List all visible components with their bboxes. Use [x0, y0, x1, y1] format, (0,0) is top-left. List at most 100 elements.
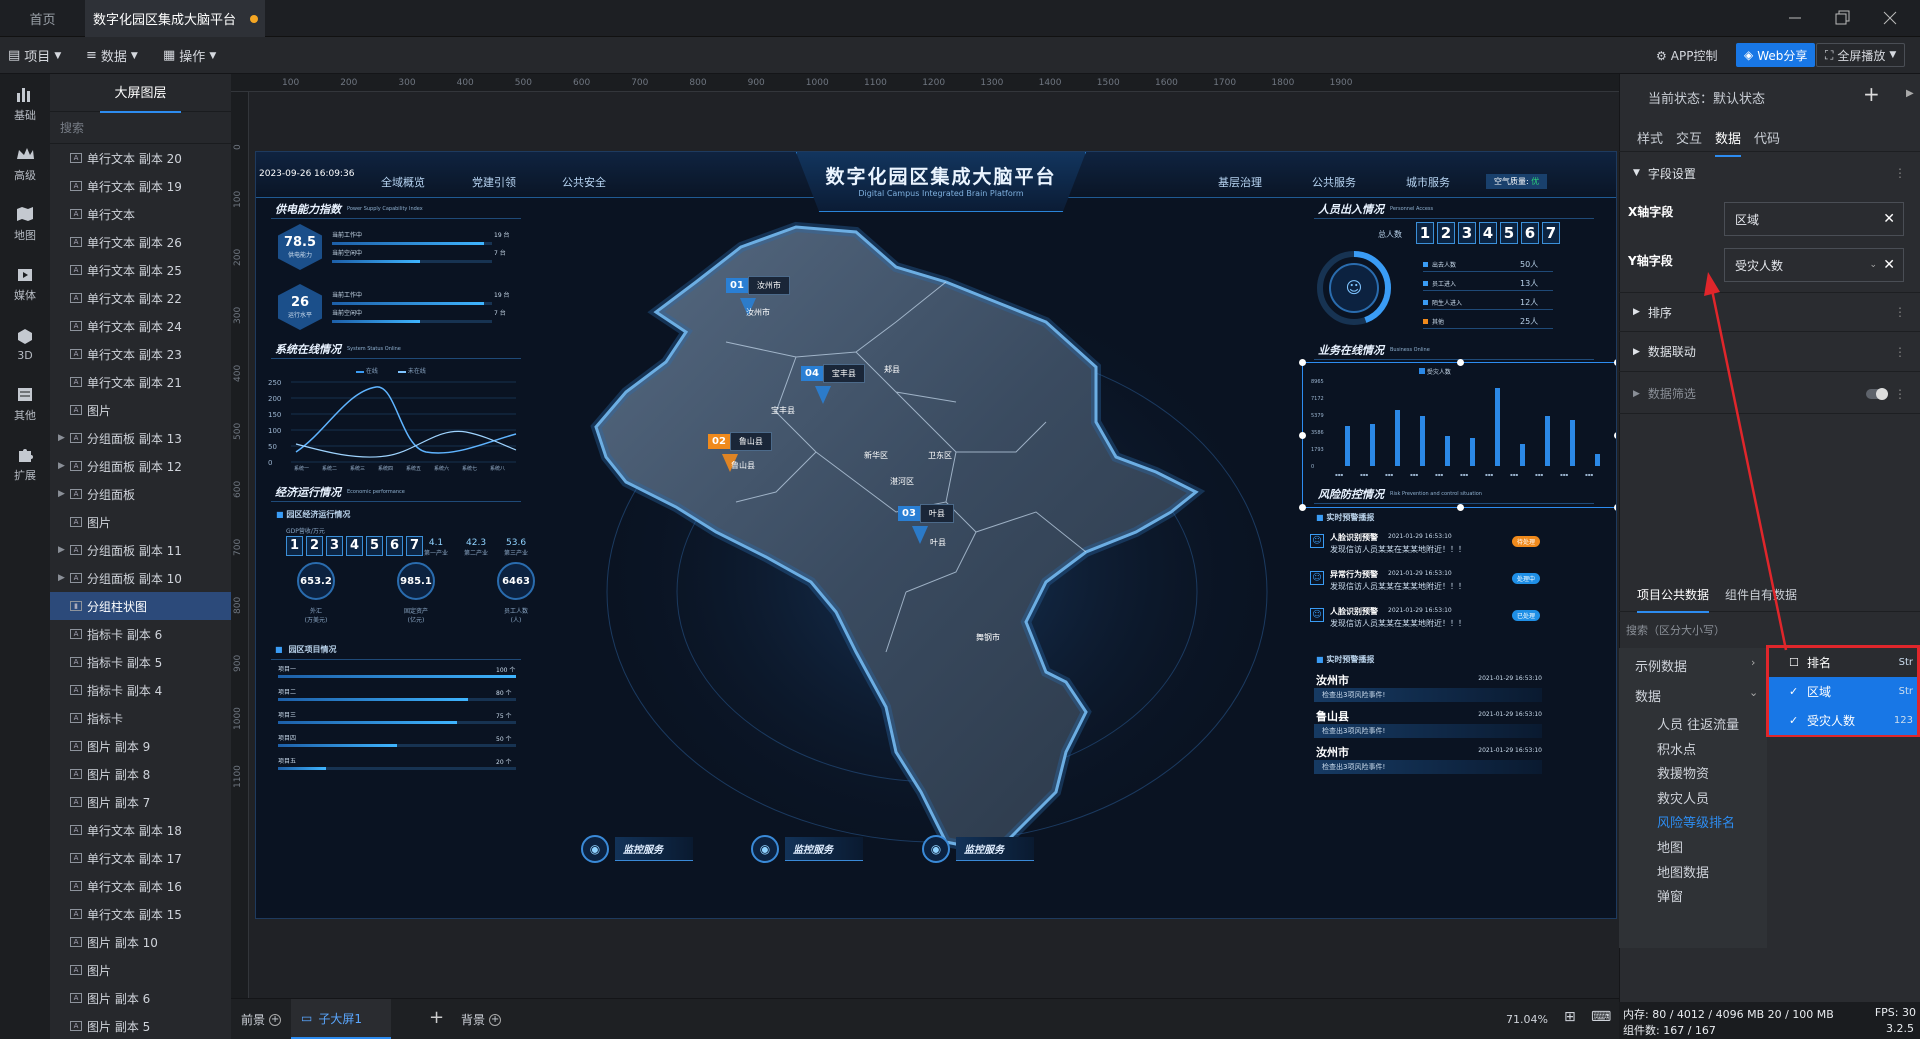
clear-icon[interactable]: ✕ [1883, 211, 1895, 227]
monitor-service-button[interactable]: ◉ 监控服务 [751, 834, 863, 864]
more-icon[interactable]: ⋮ [1894, 345, 1906, 359]
filter-toggle[interactable] [1866, 387, 1888, 400]
layer-item[interactable]: A 单行文本 副本 26 [50, 228, 231, 256]
chevron-right-icon[interactable]: ▶ [58, 433, 70, 443]
nav-governance[interactable]: 基层治理 [1218, 174, 1262, 190]
resize-handle[interactable] [1299, 359, 1306, 366]
map-pin[interactable]: 04 宝丰县 [801, 364, 865, 383]
dataset-item[interactable]: 风险等级排名 [1657, 812, 1735, 831]
broadcast-item[interactable]: 汝州市 2021-01-29 16:53:10 检查出3项风险事件! [1314, 744, 1542, 778]
layer-item[interactable]: A 图片 [50, 396, 231, 424]
monitor-service-button[interactable]: ◉ 监控服务 [581, 834, 693, 864]
chevron-right-icon[interactable]: ▶ [58, 573, 70, 583]
layer-item[interactable]: A 指标卡 副本 6 [50, 620, 231, 648]
resize-handle[interactable] [1457, 504, 1464, 511]
layer-item[interactable]: ▮ 分组柱状图 [50, 592, 231, 620]
add-screen-icon[interactable]: + [429, 1007, 444, 1028]
layer-item[interactable]: A 单行文本 副本 24 [50, 312, 231, 340]
layer-item[interactable]: A 图片 副本 8 [50, 760, 231, 788]
nav-3d[interactable]: 3D [0, 314, 50, 374]
layer-item[interactable]: A 单行文本 副本 16 [50, 872, 231, 900]
layer-item[interactable]: A 单行文本 副本 19 [50, 172, 231, 200]
nav-extension[interactable]: 扩展 [0, 434, 50, 494]
nav-city-service[interactable]: 城市服务 [1406, 174, 1450, 190]
checkmark-icon[interactable]: ✓ [1789, 685, 1799, 698]
nav-public-service[interactable]: 公共服务 [1312, 174, 1356, 190]
layer-item[interactable]: A 单行文本 副本 25 [50, 256, 231, 284]
map-pin[interactable]: 03 叶县 [898, 504, 954, 523]
fullscreen-button[interactable]: ⛶ 全屏播放 ▼ [1816, 43, 1906, 67]
ops-menu[interactable]: ▦ 操作 ▼ [163, 37, 216, 74]
nav-basic[interactable]: 基础 [0, 74, 50, 134]
dashboard-screen[interactable]: 2023-09-26 16:09:36 全域概览 党建引领 公共安全 基层治理 … [255, 151, 1617, 919]
broadcast-item[interactable]: 汝州市 2021-01-29 16:53:10 检查出3项风险事件! [1314, 672, 1542, 706]
layer-item[interactable]: A 单行文本 [50, 200, 231, 228]
layer-item[interactable]: A 图片 [50, 956, 231, 984]
background-tab[interactable]: 背景 + [461, 1011, 502, 1028]
x-field-select[interactable]: 区域 ✕ [1724, 202, 1904, 236]
layer-item[interactable]: A 图片 副本 5 [50, 1012, 231, 1039]
app-control-button[interactable]: ⚙ APP控制 [1656, 37, 1717, 74]
nav-overview[interactable]: 全域概览 [381, 174, 425, 190]
zoom-level[interactable]: 71.04% [1506, 1013, 1548, 1026]
layer-search-input[interactable]: 搜索 [50, 112, 231, 144]
layer-item[interactable]: A 指标卡 [50, 704, 231, 732]
chevron-right-icon[interactable]: ▶ [58, 489, 70, 499]
nav-media[interactable]: 媒体 [0, 254, 50, 314]
more-icon[interactable]: ⋮ [1894, 387, 1906, 401]
minimize-icon[interactable] [1785, 8, 1805, 28]
foreground-tab[interactable]: 前景 + [241, 1011, 282, 1028]
tab-interaction[interactable]: 交互 [1676, 128, 1702, 147]
monitor-service-button[interactable]: ◉ 监控服务 [922, 834, 1034, 864]
more-icon[interactable]: ⋮ [1894, 166, 1906, 180]
tab-project[interactable]: 数字化园区集成大脑平台 [85, 0, 265, 37]
layer-item[interactable]: A 图片 副本 6 [50, 984, 231, 1012]
dataset-item[interactable]: 人员 往返流量 [1657, 714, 1739, 733]
child-screen-tab[interactable]: ▭ 子大屏1 [291, 999, 391, 1039]
resize-handle[interactable] [1299, 504, 1306, 511]
nav-party[interactable]: 党建引领 [472, 174, 516, 190]
layer-item[interactable]: A 图片 副本 7 [50, 788, 231, 816]
tab-code[interactable]: 代码 [1754, 128, 1780, 147]
tab-style[interactable]: 样式 [1637, 128, 1663, 147]
keyboard-icon[interactable]: ⌨ [1591, 1009, 1611, 1025]
resize-handle[interactable] [1457, 359, 1464, 366]
dataset-item[interactable]: 积水点 [1657, 739, 1696, 758]
map-pin[interactable]: 02 鲁山县 [708, 432, 772, 451]
layer-item[interactable]: A 单行文本 副本 17 [50, 844, 231, 872]
layer-item[interactable]: A 单行文本 副本 23 [50, 340, 231, 368]
restore-icon[interactable] [1832, 8, 1852, 28]
layer-item[interactable]: A 单行文本 副本 20 [50, 144, 231, 172]
chevron-right-icon[interactable]: ▶ [1906, 88, 1914, 99]
chevron-right-icon[interactable]: ▶ [58, 545, 70, 555]
dataset-item[interactable]: 救援物资 [1657, 763, 1709, 782]
data-menu[interactable]: ≡ 数据 ▼ [86, 37, 138, 74]
nav-other[interactable]: 其他 [0, 374, 50, 434]
nav-advanced[interactable]: 高级 [0, 134, 50, 194]
nav-safety[interactable]: 公共安全 [562, 174, 606, 190]
layer-item[interactable]: A 图片 副本 9 [50, 732, 231, 760]
chevron-right-icon[interactable]: ▶ [58, 461, 70, 471]
add-state-icon[interactable]: + [1863, 82, 1880, 106]
layer-item[interactable]: ▶ A 分组面板 副本 11 [50, 536, 231, 564]
layer-item[interactable]: A 单行文本 副本 15 [50, 900, 231, 928]
layer-item[interactable]: ▶ A 分组面板 副本 13 [50, 424, 231, 452]
field-option[interactable]: ✓ 受灾人数 123 [1769, 706, 1917, 735]
layer-item[interactable]: ▶ A 分组面板 [50, 480, 231, 508]
risk-alert[interactable]: ☺ 人脸识别预警 2021-01-29 16:53:10 发现信访人员某某在某某地附近… [1310, 532, 1540, 568]
risk-alert[interactable]: ☺ 人脸识别预警 2021-01-29 16:53:10 发现信访人员某某在某某地附近… [1310, 606, 1540, 642]
dataset-item[interactable]: 地图 [1657, 837, 1683, 856]
web-share-button[interactable]: ◈ Web分享 [1736, 43, 1816, 67]
risk-alert[interactable]: ☺ 异常行为预警 2021-01-29 16:53:10 发现信访人员某某在某某地附近… [1310, 569, 1540, 605]
layer-item[interactable]: A 图片 副本 10 [50, 928, 231, 956]
map-pin[interactable]: 01 汝州市 [726, 276, 790, 295]
layer-item[interactable]: A 图片 [50, 508, 231, 536]
layer-item[interactable]: A 单行文本 副本 18 [50, 816, 231, 844]
layer-item[interactable]: A 单行文本 副本 21 [50, 368, 231, 396]
resize-handle[interactable] [1299, 432, 1306, 439]
broadcast-item[interactable]: 鲁山县 2021-01-29 16:53:10 检查出3项风险事件! [1314, 708, 1542, 742]
add-circle-icon[interactable]: + [269, 1013, 282, 1026]
layer-item[interactable]: A 单行文本 副本 22 [50, 284, 231, 312]
data-folder[interactable]: 数据 [1635, 686, 1661, 705]
fit-screen-icon[interactable]: ⊞ [1564, 1009, 1576, 1025]
